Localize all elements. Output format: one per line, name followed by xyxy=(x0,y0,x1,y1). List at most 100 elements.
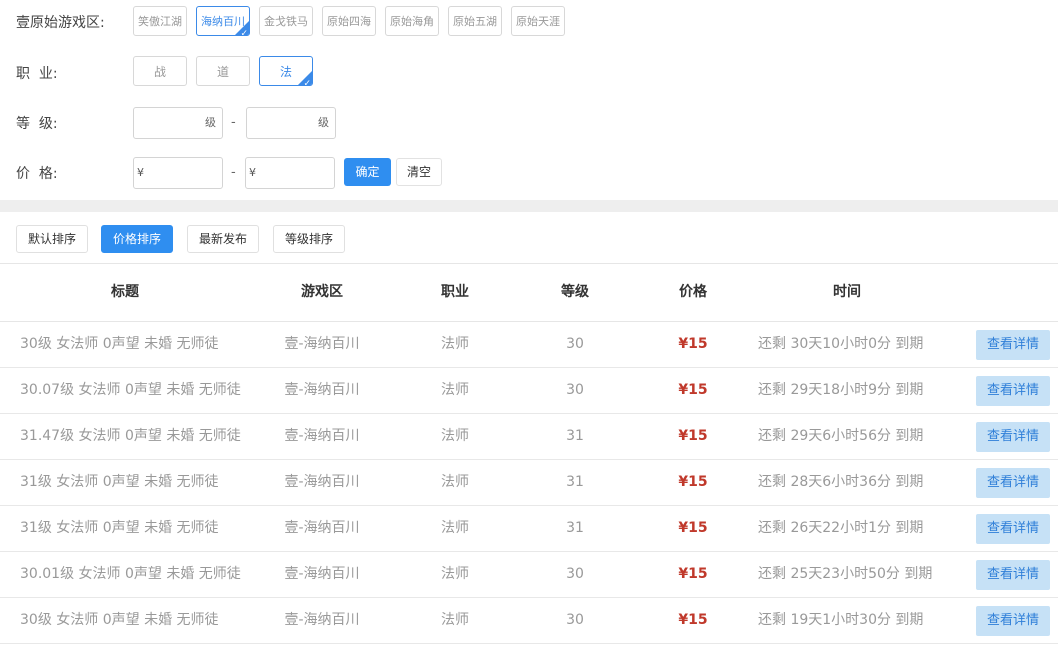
job-chip-taoist[interactable]: 道 xyxy=(196,56,250,86)
job-chip-warrior[interactable]: 战 xyxy=(133,56,187,86)
row-time: 还剩 30天10小时0分 到期 xyxy=(758,336,924,352)
price-min-input[interactable]: ¥ xyxy=(133,157,223,189)
job-chip-mage[interactable]: 法 ✓ xyxy=(259,56,313,86)
header-zone: 游戏区 xyxy=(301,284,343,300)
job-filter-row: 职 业: 战 道 法 ✓ xyxy=(0,56,1058,91)
sort-level-button[interactable]: 等级排序 xyxy=(273,225,345,253)
level-filter-row: 等 级: 级 - 级 xyxy=(0,107,1058,141)
zone-filter-row: 壹原始游戏区: 笑傲江湖 海纳百川 ✓ 金戈铁马 原始四海 原始海角 原始五湖 原… xyxy=(0,6,1058,40)
zone-chip-label: 原始四海 xyxy=(327,15,371,28)
level-max-input[interactable]: 级 xyxy=(246,107,336,139)
zone-chip-yuanshiwuhu[interactable]: 原始五湖 xyxy=(448,6,502,36)
job-chip-label: 法 xyxy=(279,65,292,79)
view-details-button[interactable]: 查看详情 xyxy=(976,422,1050,452)
row-level: 30 xyxy=(566,336,584,352)
row-zone: 壹-海纳百川 xyxy=(284,428,360,444)
row-price: ¥15 xyxy=(678,612,708,628)
confirm-button[interactable]: 确定 xyxy=(344,158,391,186)
view-details-button[interactable]: 查看详情 xyxy=(976,330,1050,360)
level-unit: 级 xyxy=(205,116,216,129)
level-filter-label: 等 级: xyxy=(16,116,58,132)
row-zone: 壹-海纳百川 xyxy=(284,382,360,398)
row-title: 30级 女法师 0声望 未婚 无师徒 xyxy=(20,612,219,628)
zone-chip-label: 金戈铁马 xyxy=(264,15,308,28)
zone-chip-xiaoao[interactable]: 笑傲江湖 xyxy=(133,6,187,36)
row-level: 30 xyxy=(566,612,584,628)
header-job: 职业 xyxy=(441,284,469,300)
row-job: 法师 xyxy=(441,428,469,444)
sort-price-button[interactable]: 价格排序 xyxy=(101,225,173,253)
row-price: ¥15 xyxy=(678,474,708,490)
zone-chip-yuanshitianya[interactable]: 原始天涯 xyxy=(511,6,565,36)
table-row[interactable]: 30.07级 女法师 0声望 未婚 无师徒 壹-海纳百川 法师 30 ¥15 还… xyxy=(0,368,1058,414)
row-zone: 壹-海纳百川 xyxy=(284,566,360,582)
listing-table: 标题 游戏区 职业 等级 价格 时间 30级 女法师 0声望 未婚 无师徒 壹-… xyxy=(0,264,1058,644)
job-chip-label: 道 xyxy=(216,65,229,79)
table-row[interactable]: 31级 女法师 0声望 未婚 无师徒 壹-海纳百川 法师 31 ¥15 还剩 2… xyxy=(0,460,1058,506)
row-job: 法师 xyxy=(441,382,469,398)
check-icon: ✓ xyxy=(240,29,248,36)
row-price: ¥15 xyxy=(678,382,708,398)
job-filter-label: 职 业: xyxy=(16,66,58,82)
row-job: 法师 xyxy=(441,520,469,536)
price-filter-row: 价 格: ¥ - ¥ 确定 清空 xyxy=(0,157,1058,191)
zone-chip-yuanshihaijiao[interactable]: 原始海角 xyxy=(385,6,439,36)
row-job: 法师 xyxy=(441,566,469,582)
range-separator: - xyxy=(231,165,236,180)
row-title: 31级 女法师 0声望 未婚 无师徒 xyxy=(20,520,219,536)
zone-chip-label: 海纳百川 xyxy=(201,15,245,28)
check-icon: ✓ xyxy=(303,79,311,86)
clear-button[interactable]: 清空 xyxy=(396,158,442,186)
header-level: 等级 xyxy=(561,284,589,300)
table-row[interactable]: 30级 女法师 0声望 未婚 无师徒 壹-海纳百川 法师 30 ¥15 还剩 3… xyxy=(0,322,1058,368)
filter-panel: 壹原始游戏区: 笑傲江湖 海纳百川 ✓ 金戈铁马 原始四海 原始海角 原始五湖 原… xyxy=(0,0,1058,200)
row-price: ¥15 xyxy=(678,428,708,444)
view-details-button[interactable]: 查看详情 xyxy=(976,560,1050,590)
view-details-button[interactable]: 查看详情 xyxy=(976,468,1050,498)
sort-default-button[interactable]: 默认排序 xyxy=(16,225,88,253)
row-time: 还剩 25天23小时50分 到期 xyxy=(758,566,933,582)
price-filter-label: 价 格: xyxy=(16,166,58,182)
table-header: 标题 游戏区 职业 等级 价格 时间 xyxy=(0,264,1058,322)
table-row[interactable]: 30级 女法师 0声望 未婚 无师徒 壹-海纳百川 法师 30 ¥15 还剩 1… xyxy=(0,598,1058,644)
header-time: 时间 xyxy=(833,284,861,300)
row-time: 还剩 29天18小时9分 到期 xyxy=(758,382,924,398)
row-time: 还剩 19天1小时30分 到期 xyxy=(758,612,924,628)
sort-newest-button[interactable]: 最新发布 xyxy=(187,225,259,253)
table-row[interactable]: 31.47级 女法师 0声望 未婚 无师徒 壹-海纳百川 法师 31 ¥15 还… xyxy=(0,414,1058,460)
row-time: 还剩 26天22小时1分 到期 xyxy=(758,520,924,536)
row-zone: 壹-海纳百川 xyxy=(284,520,360,536)
row-job: 法师 xyxy=(441,474,469,490)
row-title: 30.07级 女法师 0声望 未婚 无师徒 xyxy=(20,382,241,398)
view-details-button[interactable]: 查看详情 xyxy=(976,606,1050,636)
zone-chip-label: 笑傲江湖 xyxy=(138,15,182,28)
currency-symbol: ¥ xyxy=(249,166,256,179)
table-row[interactable]: 31级 女法师 0声望 未婚 无师徒 壹-海纳百川 法师 31 ¥15 还剩 2… xyxy=(0,506,1058,552)
zone-chip-jingetiema[interactable]: 金戈铁马 xyxy=(259,6,313,36)
row-level: 30 xyxy=(566,382,584,398)
row-zone: 壹-海纳百川 xyxy=(284,474,360,490)
price-max-input[interactable]: ¥ xyxy=(245,157,335,189)
currency-symbol: ¥ xyxy=(137,166,144,179)
row-title: 30.01级 女法师 0声望 未婚 无师徒 xyxy=(20,566,241,582)
row-time: 还剩 29天6小时56分 到期 xyxy=(758,428,924,444)
sort-bar: 默认排序 价格排序 最新发布 等级排序 xyxy=(0,212,1058,264)
level-min-input[interactable]: 级 xyxy=(133,107,223,139)
view-details-button[interactable]: 查看详情 xyxy=(976,514,1050,544)
zone-filter-label: 壹原始游戏区: xyxy=(16,15,105,31)
row-level: 31 xyxy=(566,520,584,536)
row-job: 法师 xyxy=(441,612,469,628)
view-details-button[interactable]: 查看详情 xyxy=(976,376,1050,406)
table-body: 30级 女法师 0声望 未婚 无师徒 壹-海纳百川 法师 30 ¥15 还剩 3… xyxy=(0,322,1058,644)
zone-chip-yuanshisihai[interactable]: 原始四海 xyxy=(322,6,376,36)
row-title: 31.47级 女法师 0声望 未婚 无师徒 xyxy=(20,428,241,444)
zone-chip-hainabaichuan[interactable]: 海纳百川 ✓ xyxy=(196,6,250,36)
row-price: ¥15 xyxy=(678,566,708,582)
row-level: 31 xyxy=(566,428,584,444)
row-level: 30 xyxy=(566,566,584,582)
row-title: 30级 女法师 0声望 未婚 无师徒 xyxy=(20,336,219,352)
row-zone: 壹-海纳百川 xyxy=(284,336,360,352)
table-row[interactable]: 30.01级 女法师 0声望 未婚 无师徒 壹-海纳百川 法师 30 ¥15 还… xyxy=(0,552,1058,598)
row-level: 31 xyxy=(566,474,584,490)
zone-chip-label: 原始五湖 xyxy=(453,15,497,28)
